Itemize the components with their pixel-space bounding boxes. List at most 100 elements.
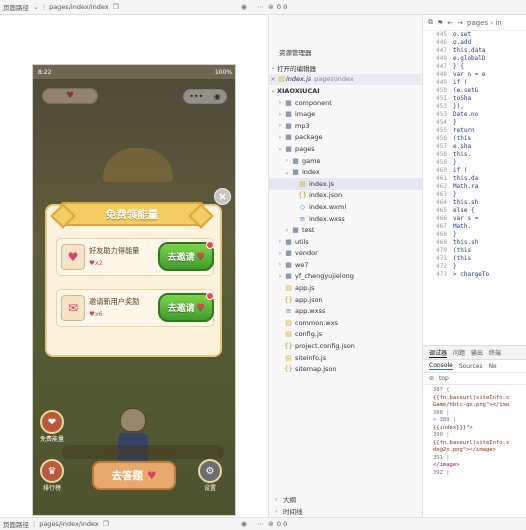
devtools-tab[interactable]: Sources [459,363,483,370]
tree-item[interactable]: {} index.json [269,190,422,202]
folder-icon: ■ [285,133,292,142]
line-number: 462 [436,183,447,190]
code-lines: 445 o.set 446 o.add 447 this.data 448 e.globa… [423,31,526,279]
tree-item[interactable]: › ■ vendor [269,248,422,260]
line-number: 467 [436,223,447,230]
context-select[interactable]: top [439,375,449,382]
error-icon[interactable]: ⊗ [268,3,274,11]
code-text: this.da [453,175,479,182]
eye-icon[interactable]: ◉ [241,3,247,11]
more-icon[interactable]: ⋯ [257,520,264,528]
open-editors-section[interactable]: ⌄ 打开的编辑器 [269,62,422,74]
code-line: 466 var s = [423,215,526,223]
outline-section[interactable]: › 大纲 [269,493,422,504]
page-path-area: 页面路径 | pages/index/index ❐ ◉ ⋯ [0,519,268,529]
folder-icon: ■ [285,249,292,258]
code-text: } [453,119,457,126]
breadcrumb[interactable]: pages › in [467,19,502,27]
tree-item[interactable]: › ■ yf_chengyujielong [269,271,422,283]
folder-icon: ■ [292,156,299,165]
js-file-icon: ▤ [285,330,292,339]
debug-tab[interactable]: 问题 [453,348,465,357]
code-text: (this [453,247,472,254]
ranking-button[interactable]: ♛ 排行榜 [39,459,65,495]
tree-item-label: test [302,226,315,235]
tree-item[interactable]: {} app.json [269,294,422,306]
eye-icon[interactable]: ◉ [241,520,247,528]
open-editor-item[interactable]: × ▤ index.js pages\index [269,73,422,86]
tree-item[interactable]: › ■ game [269,155,422,167]
tree-item[interactable]: › ■ image [269,108,422,120]
tree-item-label: siteinfo.js [295,353,327,362]
split-icon[interactable]: ⧉ [428,18,433,27]
debug-tab[interactable]: 输出 [471,348,483,357]
close-icon[interactable]: × [269,76,277,83]
clear-icon[interactable]: ⊘ [429,375,434,382]
copy-icon[interactable]: ❐ [113,3,119,11]
code-editor[interactable]: ⧉ ⚑ ← → pages › in 445 o.set 446 o.add 447… [423,15,526,345]
page-path-label[interactable]: 页面路径 [3,519,29,529]
code-line: 455 return [423,127,526,135]
issues-area: ⊗ 0 0 [268,3,287,11]
code-text: else { [453,207,475,214]
chevron-down-icon: ⌄ [284,168,290,176]
tree-item[interactable]: › ■ test [269,224,422,236]
settings-button[interactable]: ⚙ 设置 [197,459,223,495]
bookmark-icon[interactable]: ⚑ [437,19,443,27]
chevron-right-icon: › [275,494,278,503]
free-energy-button[interactable]: ❤ 免费能量 [39,410,65,446]
code-line: 453 Date.no [423,111,526,119]
tree-item[interactable]: ≡ app.wxss [269,305,422,317]
code-line: 473 > chargeTo [423,271,526,279]
error-icon[interactable]: ⊗ [268,520,274,528]
status-bar: 8:22 100% [33,65,235,79]
folder-icon: ■ [285,260,292,269]
tree-item[interactable]: › ■ utils [269,236,422,248]
code-text: (e.setG [453,87,479,94]
tree-item[interactable]: ⌄ ■ pages [269,143,422,155]
code-text: if ( [453,79,468,86]
line-number: 455 [436,127,447,134]
tree-item-label: utils [295,237,309,246]
code-line: 456 (this [423,135,526,143]
tree-item[interactable]: › ■ component [269,97,422,109]
chevron-down-icon[interactable]: ⌄ [33,3,39,11]
tree-item-label: app.json [295,295,323,304]
more-icon[interactable]: ⋯ [257,3,264,11]
code-text: e.globalD [453,55,486,62]
devtools-tab[interactable]: Console [429,362,453,370]
wxss-file-icon: ≡ [285,307,292,316]
devtools-tab[interactable]: Ne [489,363,497,370]
debug-tab[interactable]: 调试器 [429,348,448,358]
line-number: 457 [436,143,447,150]
page-path-label[interactable]: 页面路径 [3,2,29,12]
tree-item[interactable]: ⌄ ■ index [269,166,422,178]
project-section[interactable]: ⌄ XIAOXIUCAI [269,85,422,97]
tree-item[interactable]: ▤ siteinfo.js [269,352,422,364]
tree-item-label: index.json [309,191,343,200]
line-number: 453 [436,111,447,118]
tree-item[interactable]: › ■ package [269,132,422,144]
tree-item[interactable]: ▤ app.js [269,282,422,294]
forward-arrow-icon[interactable]: → [457,19,463,27]
tree-item-label: pages [295,144,315,153]
back-arrow-icon[interactable]: ← [447,19,453,27]
answer-button[interactable]: 去答题 ♥ [92,461,176,490]
tree-item[interactable]: ▤ config.js [269,329,422,341]
code-line: 452 }), [423,103,526,111]
tree-item[interactable]: ◇ index.wxml [269,201,422,213]
debug-tab[interactable]: 终端 [489,348,501,357]
code-text: } [453,263,457,270]
tree-item[interactable]: ▤ index.js [269,177,422,190]
tree-item[interactable]: ≡ index.wxss [269,213,422,225]
tree-item[interactable]: › ■ we7 [269,259,422,271]
tree-item[interactable]: › ■ mp3 [269,120,422,132]
folder-icon: ■ [285,98,292,107]
tree-item[interactable]: ▤ common.wxs [269,317,422,329]
code-line: 465 else { [423,207,526,215]
tree-item[interactable]: {} sitemap.json [269,363,422,375]
tree-item-label: image [295,110,316,119]
copy-icon[interactable]: ❐ [103,520,109,528]
tree-item[interactable]: {} project.config.json [269,340,422,352]
timeline-section[interactable]: › 时间线 [269,505,422,516]
